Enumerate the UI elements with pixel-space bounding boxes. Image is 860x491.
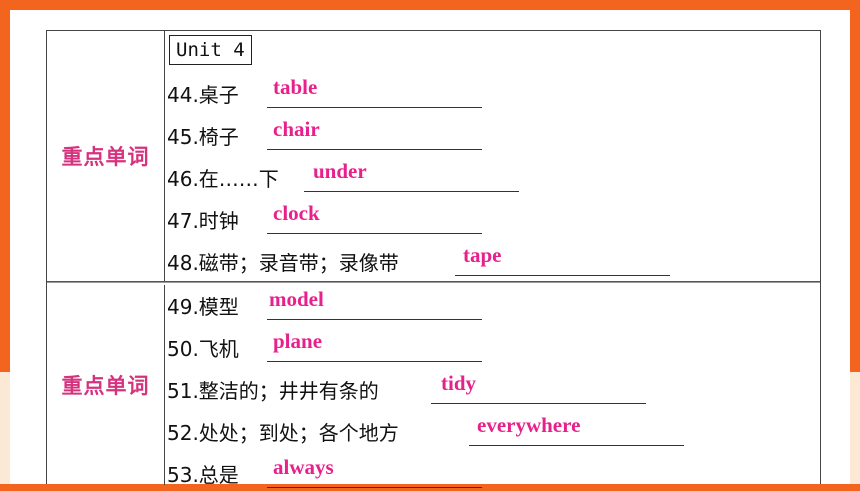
vocab-prompt: 47.时钟	[167, 209, 239, 233]
vocab-prompt: 52.处处；到处；各个地方	[167, 421, 399, 445]
vocab-table: 重点单词 Unit 4 44.桌子 table 45.椅子 chair 46.在…	[46, 30, 821, 488]
answer-blank	[469, 445, 684, 446]
vocab-answer: always	[273, 455, 334, 479]
vocab-section-2: 重点单词 49.模型 model 50.飞机 plane 51.整洁的；井井有条…	[47, 285, 820, 488]
unit-label: Unit 4	[169, 35, 252, 65]
category-cell: 重点单词	[47, 285, 165, 485]
vocab-answer: clock	[273, 201, 320, 225]
vocab-answer: tidy	[441, 371, 477, 395]
vocab-prompt: 49.模型	[167, 295, 239, 319]
vocab-prompt: 48.磁带；录音带；录像带	[167, 251, 399, 275]
answer-blank	[267, 233, 482, 234]
items-cell: 49.模型 model 50.飞机 plane 51.整洁的；井井有条的 tid…	[167, 285, 820, 488]
answer-blank	[267, 487, 482, 488]
vocab-answer: chair	[273, 117, 320, 141]
items-cell: Unit 4 44.桌子 table 45.椅子 chair 46.在……下 u…	[167, 31, 820, 281]
vocab-prompt: 51.整洁的；井井有条的	[167, 379, 379, 403]
answer-blank	[267, 107, 482, 108]
answer-blank	[267, 361, 482, 362]
vocab-answer: model	[269, 287, 324, 311]
vocab-answer: tape	[463, 243, 502, 267]
vocab-answer: table	[273, 75, 318, 99]
vocab-prompt: 45.椅子	[167, 125, 239, 149]
vocab-section-1: 重点单词 Unit 4 44.桌子 table 45.椅子 chair 46.在…	[47, 31, 820, 282]
vocab-prompt: 44.桌子	[167, 83, 239, 107]
category-cell: 重点单词	[47, 31, 165, 281]
category-label: 重点单词	[61, 373, 150, 398]
category-label: 重点单词	[61, 144, 150, 169]
answer-blank	[431, 403, 646, 404]
answer-blank	[304, 191, 519, 192]
answer-blank	[455, 275, 670, 276]
vocab-prompt: 46.在……下	[167, 167, 279, 191]
answer-blank	[267, 149, 482, 150]
slide: 重点单词 Unit 4 44.桌子 table 45.椅子 chair 46.在…	[10, 10, 850, 488]
section-divider	[47, 282, 820, 284]
vocab-answer: everywhere	[477, 413, 581, 437]
vocab-answer: plane	[273, 329, 323, 353]
vocab-prompt: 50.飞机	[167, 337, 239, 361]
answer-blank	[267, 319, 482, 320]
vocab-answer: under	[313, 159, 367, 183]
